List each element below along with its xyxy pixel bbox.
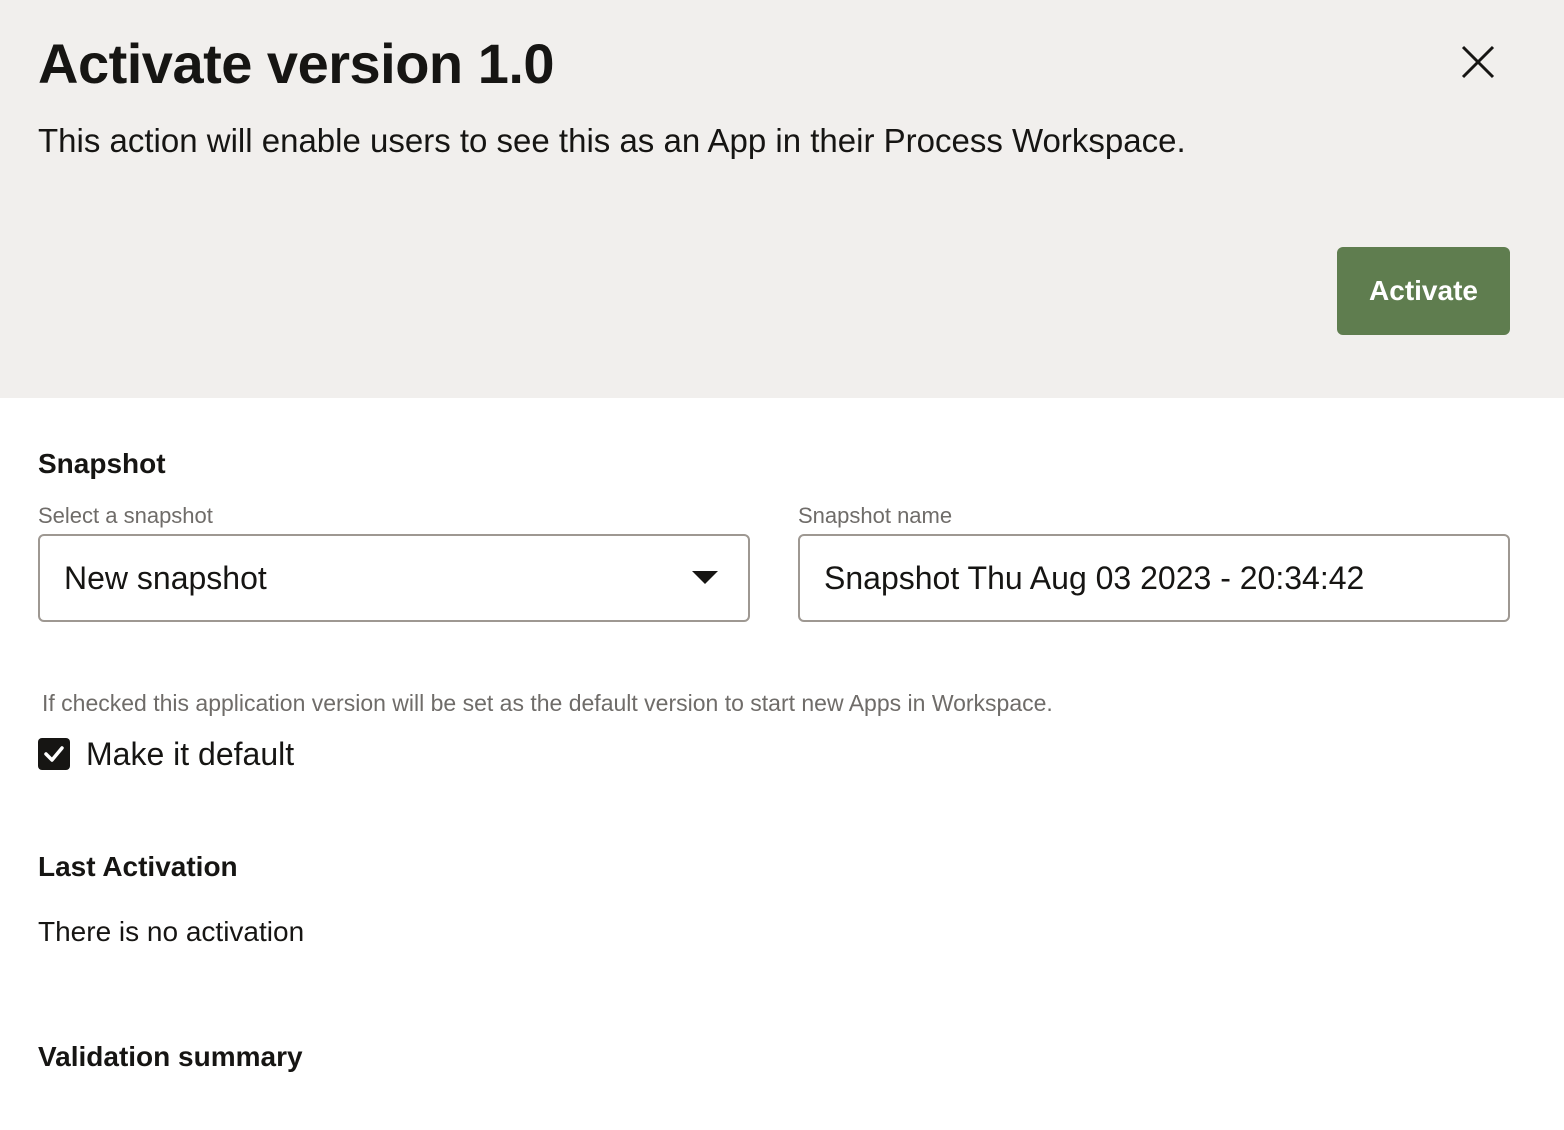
- select-snapshot-label: Select a snapshot: [38, 503, 213, 528]
- activate-button[interactable]: Activate: [1337, 247, 1510, 335]
- checkmark-icon: [44, 746, 64, 762]
- chevron-down-icon[interactable]: [692, 571, 718, 584]
- last-activation-text: There is no activation: [38, 916, 305, 947]
- dialog-header: Activate version 1.0 This action will en…: [0, 0, 1564, 398]
- activate-version-dialog: Activate version 1.0 This action will en…: [0, 0, 1564, 1130]
- dialog-title: Activate version 1.0: [38, 32, 555, 95]
- close-button[interactable]: [1448, 32, 1508, 92]
- last-activation-heading: Last Activation: [38, 851, 238, 882]
- validation-summary-heading: Validation summary: [38, 1041, 303, 1072]
- close-icon: [1461, 45, 1495, 79]
- snapshot-heading: Snapshot: [38, 448, 166, 479]
- dialog-description: This action will enable users to see thi…: [38, 122, 1186, 159]
- snapshot-name-label: Snapshot name: [798, 503, 953, 528]
- snapshot-name-input[interactable]: [824, 559, 1508, 597]
- default-help-text: If checked this application version will…: [42, 690, 1053, 716]
- snapshot-select-value: New snapshot: [64, 559, 267, 596]
- make-default-checkbox[interactable]: [38, 738, 70, 770]
- make-default-checkbox-row[interactable]: Make it default: [38, 733, 294, 775]
- snapshot-select[interactable]: New snapshot: [38, 534, 750, 622]
- snapshot-name-field[interactable]: [798, 534, 1510, 622]
- make-default-label: Make it default: [86, 735, 295, 772]
